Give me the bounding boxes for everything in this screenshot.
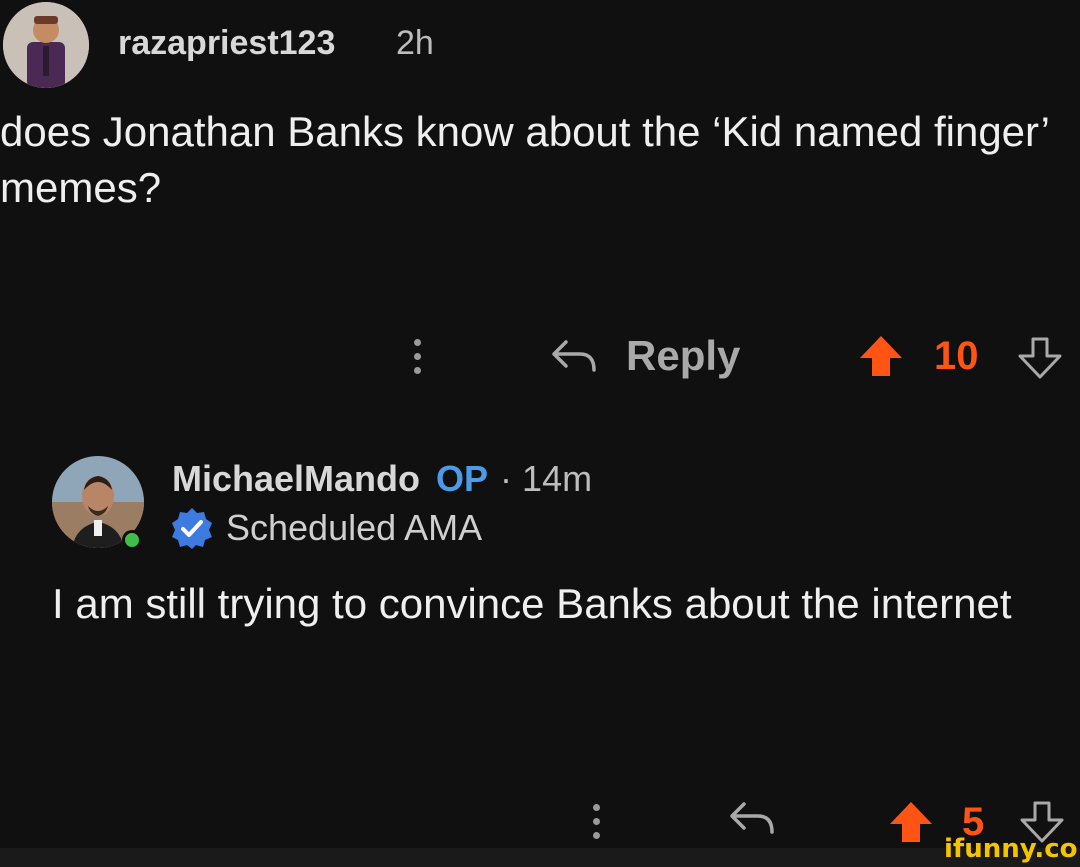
user-flair: Scheduled AMA [170, 506, 482, 550]
reply-header: MichaelMando OP · 14m [172, 458, 592, 500]
downvote-arrow-icon [1018, 337, 1062, 379]
vote-count: 10 [934, 334, 979, 378]
upvote-arrow-icon [860, 336, 902, 376]
separator: · [500, 458, 513, 499]
dot [414, 339, 421, 346]
bottom-strip [0, 848, 1080, 867]
verified-check-icon [172, 508, 212, 549]
dot [414, 367, 421, 374]
username[interactable]: razapriest123 [118, 24, 335, 63]
downvote-button[interactable] [1016, 336, 1064, 385]
dot [593, 818, 600, 825]
dot [593, 832, 600, 839]
reply-label: Reply [626, 332, 741, 379]
upvote-arrow-icon [890, 802, 932, 842]
comment-text: does Jonathan Banks know about the ‘Kid … [0, 108, 1049, 211]
upvote-button[interactable] [858, 334, 904, 383]
reply-button[interactable]: Reply [550, 332, 740, 380]
online-status-indicator [122, 530, 142, 550]
reply-more-options-button[interactable] [593, 804, 600, 846]
reply-timestamp: 14m [522, 458, 593, 499]
reply-upvote-button[interactable] [888, 800, 934, 849]
watermark: ifunny.co [944, 834, 1078, 864]
timestamp: 2h [396, 24, 434, 62]
flair-label: Scheduled AMA [226, 507, 483, 548]
reply-text: I am still trying to convince Banks abou… [52, 580, 1012, 627]
user-avatar[interactable] [3, 2, 89, 88]
more-options-button[interactable] [414, 339, 421, 381]
avatar-figure-icon [3, 2, 89, 88]
reply-reply-button[interactable] [728, 798, 776, 843]
op-badge: OP [436, 458, 489, 499]
dot [414, 353, 421, 360]
reply-arrow-icon [730, 802, 774, 834]
reply-arrow-icon [552, 340, 596, 372]
dot [593, 804, 600, 811]
reply-username[interactable]: MichaelMando [172, 458, 420, 500]
